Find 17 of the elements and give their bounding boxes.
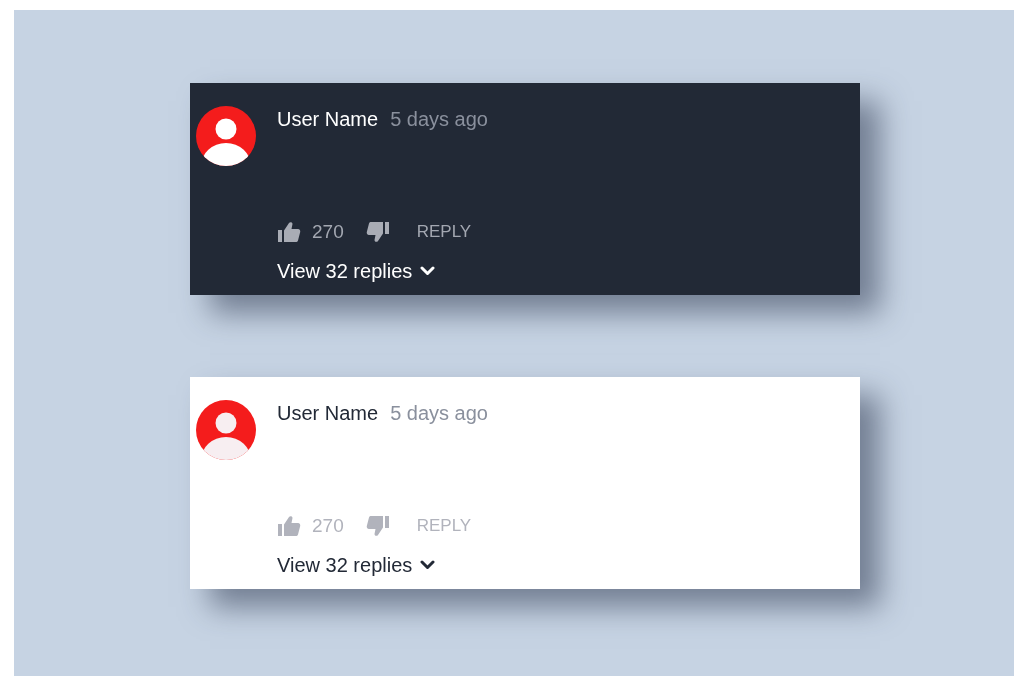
person-avatar-icon [196,106,256,166]
thumbs-down-icon[interactable] [365,514,390,538]
comment-time: 5 days ago [390,401,488,425]
view-replies-button[interactable]: View 32 replies [277,553,436,577]
view-replies-button[interactable]: View 32 replies [277,259,436,283]
like-count: 270 [312,220,344,244]
author-name: User Name [277,107,379,131]
thumbs-down-icon[interactable] [365,220,390,244]
comment-time: 5 days ago [390,107,488,131]
chevron-down-icon [420,266,436,276]
thumbs-up-icon[interactable] [277,514,301,538]
chevron-down-icon [420,560,436,570]
thumbs-up-icon[interactable] [277,220,301,244]
like-count: 270 [312,514,344,538]
reply-button[interactable]: REPLY [416,221,472,243]
author-name: User Name [277,401,379,425]
person-avatar-icon [196,400,256,460]
